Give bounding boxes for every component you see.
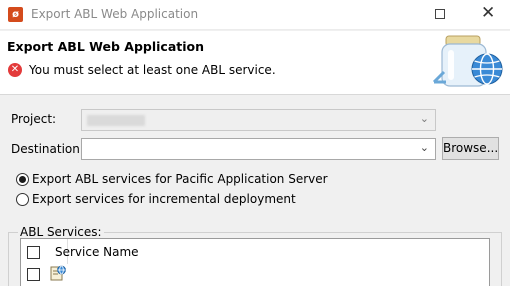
close-icon: ✕ [481,3,496,23]
close-button[interactable]: ✕ [464,0,510,30]
page-title: Export ABL Web Application [7,39,204,54]
wizard-header: Export ABL Web Application ✕ You must se… [0,31,510,95]
maximize-button[interactable] [417,0,463,30]
openedge-icon: ø [8,7,23,22]
chevron-down-icon: ⌄ [419,112,429,125]
abl-services-label: ABL Services: [18,225,104,239]
pas-export-label[interactable]: Export ABL services for Pacific Applicat… [32,172,328,186]
service-name-header[interactable]: Service Name [55,245,139,259]
select-all-checkbox[interactable] [27,246,40,259]
row-checkbox[interactable] [27,268,40,281]
pas-export-radio[interactable] [16,173,29,186]
web-jar-globe-icon [432,35,503,87]
project-label: Project: [11,112,57,126]
incremental-export-radio[interactable] [16,193,29,206]
incremental-export-label[interactable]: Export services for incremental deployme… [32,192,296,206]
chevron-down-icon: ⌄ [419,141,429,154]
project-combo[interactable]: ⌄ [81,109,436,131]
services-table: Service Name [20,238,490,286]
error-message: You must select at least one ABL service… [29,63,276,77]
browse-button[interactable]: Browse... [442,137,499,160]
window-title: Export ABL Web Application [31,7,199,21]
destination-combo[interactable]: ⌄ [81,138,436,160]
abl-service-icon [50,265,66,281]
destination-label: Destination: [11,142,84,156]
project-redacted-value [87,115,145,126]
title-bar: ø Export ABL Web Application ✕ [0,0,510,30]
error-icon: ✕ [8,63,22,77]
maximize-icon [435,9,445,19]
